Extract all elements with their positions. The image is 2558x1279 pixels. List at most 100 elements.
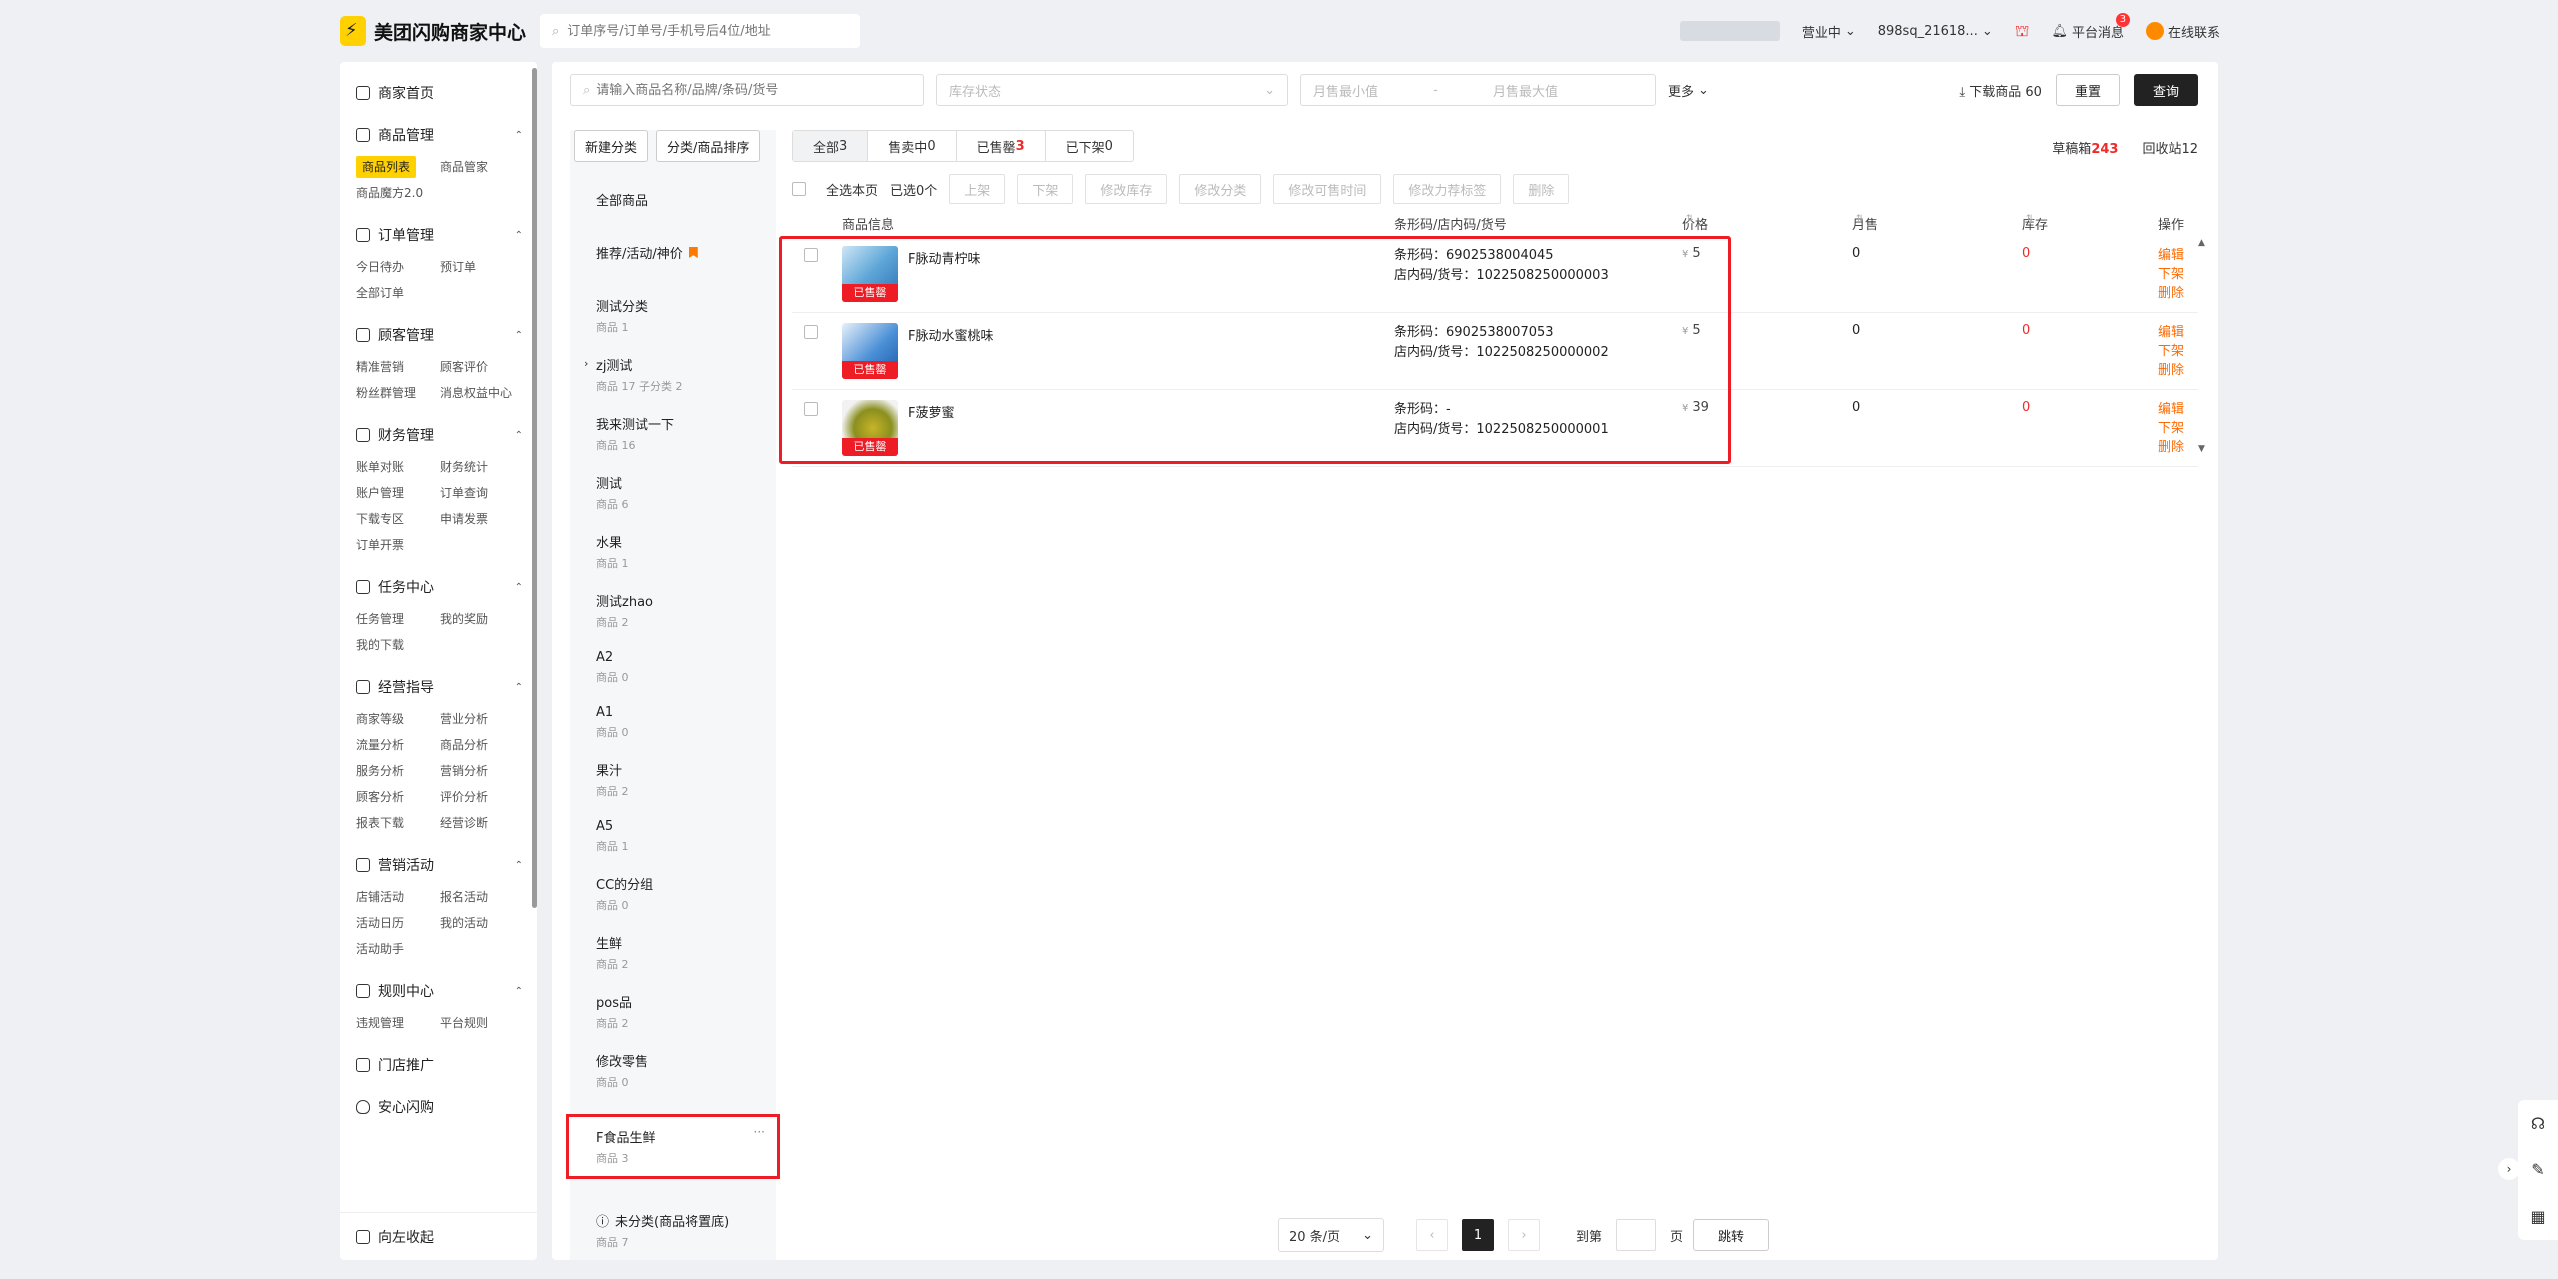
reset-button[interactable]: 重置: [2055, 74, 2120, 106]
prev-page-button[interactable]: ‹: [1416, 1219, 1448, 1251]
account-menu[interactable]: 898sq_21618... ⌄: [1878, 24, 1993, 39]
sidebar-group-head[interactable]: 任务中心 ⌃: [356, 576, 523, 598]
category-item[interactable]: 我来测试一下 商品 16: [570, 404, 776, 463]
sidebar-item[interactable]: 商家等级: [356, 708, 440, 730]
sidebar-item[interactable]: 营业分析: [440, 708, 524, 730]
category-item-selected[interactable]: F食品生鲜 商品 3 ···: [566, 1114, 780, 1179]
store-icon[interactable]: ⛫: [2015, 21, 2030, 42]
collapse-sidebar-button[interactable]: 向左收起: [340, 1212, 537, 1260]
sidebar-item[interactable]: 全部订单: [356, 282, 440, 304]
sidebar-group-head[interactable]: 顾客管理 ⌃: [356, 324, 523, 346]
category-uncategorized[interactable]: ⓘ 未分类(商品将置底) 商品 7: [570, 1201, 776, 1260]
sidebar-group-head[interactable]: 经营指导 ⌃: [356, 676, 523, 698]
row-checkbox[interactable]: [804, 248, 818, 262]
chevron-right-icon[interactable]: ›: [2498, 1158, 2520, 1180]
new-category-button[interactable]: 新建分类: [574, 130, 649, 162]
category-promo[interactable]: 推荐/活动/神价: [570, 233, 776, 286]
more-icon[interactable]: ···: [754, 1125, 765, 1139]
price[interactable]: ¥5: [1682, 246, 1701, 261]
download-products[interactable]: ⤓ 下载商品 60: [1959, 81, 2042, 100]
sidebar-item[interactable]: 我的奖励: [440, 608, 524, 630]
category-item[interactable]: 生鲜 商品 2: [570, 923, 776, 982]
batch-action-button[interactable]: 修改可售时间: [1273, 174, 1382, 204]
sidebar-item[interactable]: 消息权益中心: [440, 382, 524, 404]
product-name[interactable]: F菠萝蜜: [908, 402, 954, 421]
sidebar-safe[interactable]: 安心闪购: [356, 1096, 523, 1118]
stock-status-select[interactable]: 库存状态 ⌄: [936, 74, 1288, 106]
next-page-button[interactable]: ›: [1508, 1219, 1540, 1251]
sidebar-item[interactable]: 活动助手: [356, 938, 440, 960]
sidebar-item[interactable]: 订单开票: [356, 534, 440, 556]
more-filters[interactable]: 更多 ⌄: [1668, 81, 1709, 100]
product-search-field[interactable]: ⌕: [570, 74, 924, 106]
sidebar-item[interactable]: 粉丝群管理: [356, 382, 440, 404]
sidebar-item[interactable]: 商品魔方2.0: [356, 182, 440, 204]
sidebar-item[interactable]: 商品列表: [356, 156, 417, 178]
category-item[interactable]: A1 商品 0: [570, 695, 776, 750]
sidebar-item[interactable]: 活动日历: [356, 912, 440, 934]
sidebar-item[interactable]: 订单查询: [440, 482, 524, 504]
category-item[interactable]: 修改零售 商品 0: [570, 1041, 776, 1100]
grid-icon[interactable]: ▦: [2530, 1207, 2545, 1226]
category-item[interactable]: 果汁 商品 2: [570, 750, 776, 809]
category-all[interactable]: 全部商品: [570, 178, 776, 233]
delete-link[interactable]: 删除: [2158, 438, 2184, 457]
sidebar-item[interactable]: 任务管理: [356, 608, 440, 630]
sidebar-item[interactable]: 顾客评价: [440, 356, 524, 378]
query-button[interactable]: 查询: [2133, 74, 2198, 106]
sidebar-item[interactable]: 平台规则: [440, 1012, 524, 1034]
category-item[interactable]: › zj测试 商品 17 子分类 2: [570, 345, 776, 404]
select-all-checkbox[interactable]: [792, 182, 806, 196]
platform-messages[interactable]: 🔔︎ 平台消息 3: [2051, 12, 2130, 41]
min-sales-input[interactable]: 月售最小值: [1313, 81, 1378, 100]
delist-link[interactable]: 下架: [2158, 419, 2184, 438]
global-search-input[interactable]: [567, 23, 838, 39]
sidebar-group-head[interactable]: 订单管理 ⌃: [356, 224, 523, 246]
delist-link[interactable]: 下架: [2158, 265, 2184, 284]
category-sort-button[interactable]: 分类/商品排序: [656, 130, 761, 162]
category-item[interactable]: 测试分类 商品 1: [570, 286, 776, 345]
edit-link[interactable]: 编辑: [2158, 400, 2184, 419]
batch-action-button[interactable]: 修改力荐标签: [1393, 174, 1502, 204]
product-name[interactable]: F脉动水蜜桃味: [908, 325, 993, 344]
sidebar-item[interactable]: 账户管理: [356, 482, 440, 504]
business-status[interactable]: 营业中 ⌄: [1802, 22, 1856, 41]
batch-action-button[interactable]: 下架: [1017, 174, 1074, 204]
category-item[interactable]: A5 商品 1: [570, 809, 776, 864]
sidebar-item[interactable]: 营销分析: [440, 760, 524, 782]
recycle-bin-link[interactable]: 回收站12: [2142, 138, 2198, 157]
page-size-select[interactable]: 20 条/页 ⌄: [1278, 1218, 1384, 1252]
stock-value[interactable]: 0: [2022, 323, 2030, 338]
status-tab[interactable]: 全部 3: [793, 131, 869, 161]
row-checkbox[interactable]: [804, 325, 818, 339]
table-scroll[interactable]: ▲ ▼: [2198, 238, 2205, 454]
draft-box-link[interactable]: 草稿箱243: [2052, 138, 2118, 157]
headset-icon[interactable]: ☊: [2531, 1114, 2545, 1133]
max-sales-input[interactable]: 月售最大值: [1493, 81, 1643, 100]
delist-link[interactable]: 下架: [2158, 342, 2184, 361]
delete-link[interactable]: 删除: [2158, 361, 2184, 380]
product-thumbnail[interactable]: 已售罄: [842, 400, 898, 456]
stock-value[interactable]: 0: [2022, 400, 2030, 415]
edit-link[interactable]: 编辑: [2158, 323, 2184, 342]
sidebar-item[interactable]: 我的活动: [440, 912, 524, 934]
delete-link[interactable]: 删除: [2158, 284, 2184, 303]
category-item[interactable]: 水果 商品 1: [570, 522, 776, 581]
sidebar-item[interactable]: 违规管理: [356, 1012, 440, 1034]
sidebar-item[interactable]: 今日待办: [356, 256, 440, 278]
goto-page-input[interactable]: [1616, 1219, 1657, 1251]
sidebar-item[interactable]: 评价分析: [440, 786, 524, 808]
sidebar-item[interactable]: 流量分析: [356, 734, 440, 756]
monthly-sales-range[interactable]: 月售最小值 - 月售最大值: [1300, 74, 1656, 106]
edit-icon[interactable]: ✎: [2531, 1160, 2544, 1179]
chevron-right-icon[interactable]: ›: [584, 357, 588, 370]
product-name[interactable]: F脉动青柠味: [908, 248, 980, 267]
sidebar-item[interactable]: 报名活动: [440, 886, 524, 908]
category-item[interactable]: pos品 商品 2: [570, 982, 776, 1041]
product-thumbnail[interactable]: 已售罄: [842, 246, 898, 302]
sidebar-item[interactable]: 精准营销: [356, 356, 440, 378]
sidebar-item[interactable]: 账单对账: [356, 456, 440, 478]
sidebar-group-head[interactable]: 财务管理 ⌃: [356, 424, 523, 446]
logo[interactable]: 美团闪购商家中心: [340, 16, 526, 46]
sidebar-group-head[interactable]: 规则中心 ⌃: [356, 980, 523, 1002]
